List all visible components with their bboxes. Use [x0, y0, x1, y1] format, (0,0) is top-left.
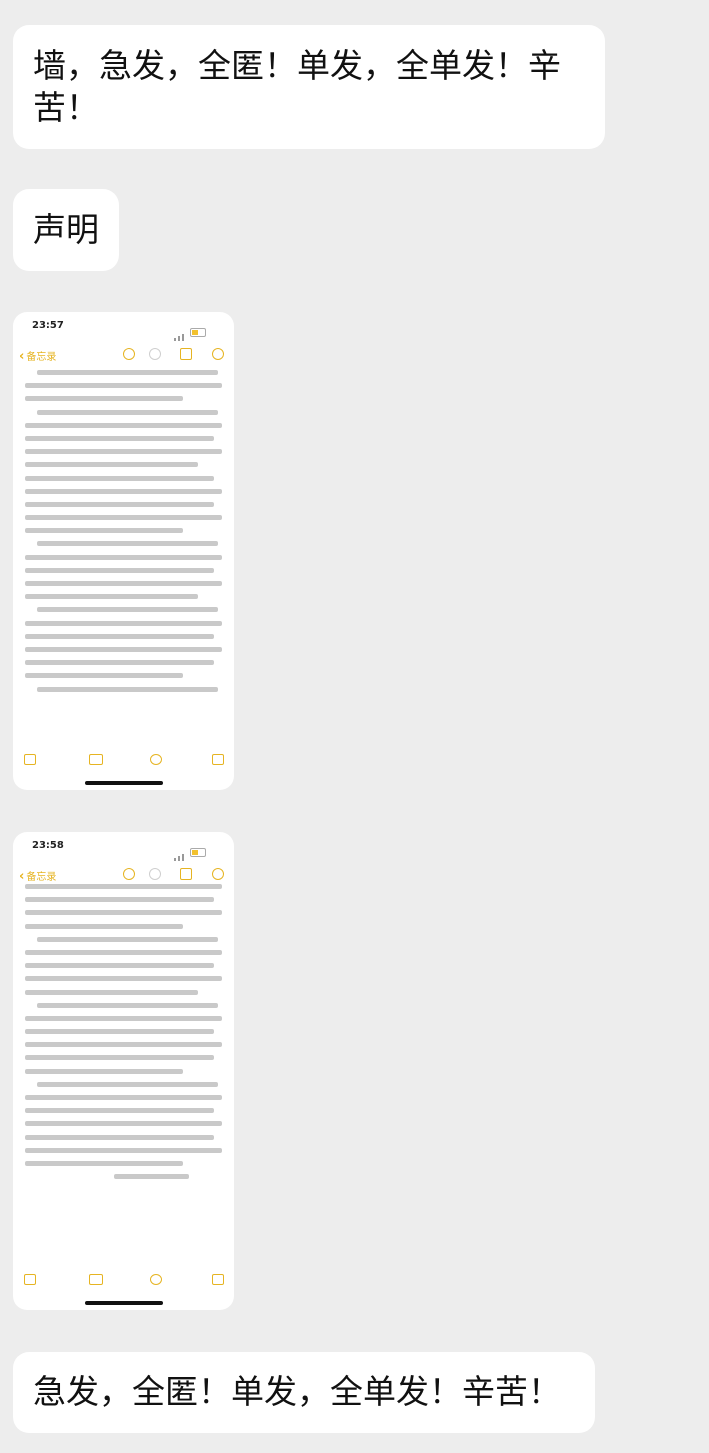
- notes-bottom-toolbar: [13, 1272, 234, 1290]
- notes-toolbar: ‹ 备忘录: [13, 864, 234, 886]
- camera-icon: [89, 754, 103, 765]
- pen-icon: [150, 1274, 162, 1285]
- camera-icon: [89, 1274, 103, 1285]
- share-icon: [180, 348, 192, 360]
- message-text-5: 急发，全匿！单发，全单发！辛苦！: [33, 1372, 561, 1411]
- signal-battery-icon: [174, 842, 218, 861]
- notes-bottom-toolbar: [13, 752, 234, 770]
- notes-body-text: [25, 884, 222, 1187]
- back-chevron-icon: ‹: [19, 349, 25, 364]
- signal-battery-icon: [174, 322, 218, 341]
- image-message-notes-screenshot-1[interactable]: 23:57 ‹ 备忘录: [13, 312, 234, 790]
- message-text-2: 声明: [33, 210, 99, 249]
- pen-icon: [150, 754, 162, 765]
- home-indicator: [85, 781, 163, 785]
- undo-icon: [123, 868, 135, 880]
- back-button: ‹ 备忘录: [19, 869, 57, 884]
- status-bar: 23:58: [13, 832, 234, 861]
- message-bubble-5[interactable]: 急发，全匿！单发，全单发！辛苦！: [13, 1352, 595, 1433]
- notes-toolbar: ‹ 备忘录: [13, 344, 234, 366]
- image-message-notes-screenshot-2[interactable]: 23:58 ‹ 备忘录: [13, 832, 234, 1310]
- home-indicator: [85, 1301, 163, 1305]
- redo-icon: [149, 348, 161, 360]
- status-time: 23:57: [32, 320, 64, 331]
- message-bubble-1[interactable]: 墙，急发，全匿！单发，全单发！辛苦！: [13, 25, 605, 149]
- redo-icon: [149, 868, 161, 880]
- status-bar: 23:57: [13, 312, 234, 341]
- back-chevron-icon: ‹: [19, 869, 25, 884]
- checklist-icon: [24, 1274, 36, 1285]
- compose-icon: [212, 754, 224, 765]
- notes-body-text: [25, 370, 222, 700]
- status-time: 23:58: [32, 840, 64, 851]
- share-icon: [180, 868, 192, 880]
- undo-icon: [123, 348, 135, 360]
- message-bubble-2[interactable]: 声明: [13, 189, 119, 271]
- checklist-icon: [24, 754, 36, 765]
- message-text-1: 墙，急发，全匿！单发，全单发！辛苦！: [33, 46, 561, 127]
- ellipsis-icon: [212, 348, 224, 360]
- back-button: ‹ 备忘录: [19, 349, 57, 364]
- compose-icon: [212, 1274, 224, 1285]
- ellipsis-icon: [212, 868, 224, 880]
